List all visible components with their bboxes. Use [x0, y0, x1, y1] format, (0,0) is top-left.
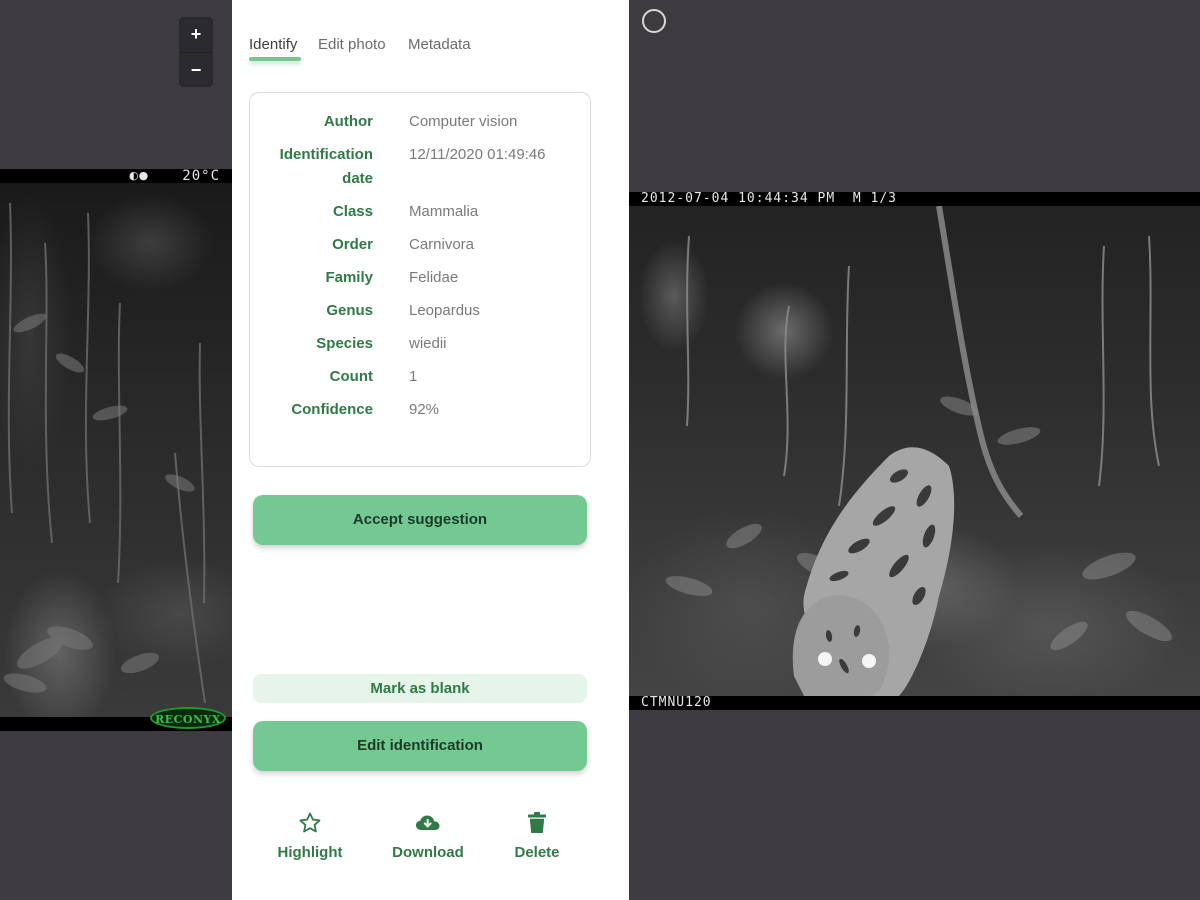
zoom-control: + − — [179, 17, 213, 87]
download-action[interactable]: Download — [388, 810, 468, 861]
tab-edit-photo[interactable]: Edit photo — [318, 36, 386, 53]
mark-as-blank-button[interactable]: Mark as blank — [253, 674, 587, 703]
vegetation-illustration — [3, 202, 206, 704]
left-camera-photo[interactable]: ◐● 20°C RECONYX — [0, 169, 232, 731]
order-value: Carnivora — [409, 236, 475, 253]
confidence-value: 92% — [409, 401, 440, 418]
star-icon — [299, 812, 321, 833]
class-label: Class — [332, 203, 373, 220]
identification-date-label-line2: date — [342, 170, 373, 187]
camera-brand-logo: RECONYX — [150, 707, 226, 729]
tab-identify[interactable]: Identify — [249, 36, 297, 53]
temperature-readout: 20°C — [182, 169, 220, 184]
moon-phase-icon: ◐● — [129, 169, 149, 182]
highlight-label: Highlight — [277, 844, 343, 861]
count-value: 1 — [409, 368, 418, 385]
confidence-label: Confidence — [291, 401, 373, 418]
identification-date-label-line1: Identification — [279, 146, 373, 163]
genus-label: Genus — [326, 302, 373, 319]
photo-timestamp: 2012-07-04 10:44:34 PM M 1/3 — [641, 192, 897, 206]
identification-date-label: Identification date — [263, 143, 373, 191]
tab-metadata[interactable]: Metadata — [408, 36, 471, 53]
ocelot-scene-illustration — [665, 206, 1172, 696]
highlight-action[interactable]: Highlight — [270, 810, 350, 861]
order-label: Order — [332, 236, 373, 253]
identification-date-value: 12/11/2020 01:49:46 — [409, 146, 546, 163]
species-value: wiedii — [409, 335, 447, 352]
trash-icon — [528, 812, 546, 833]
cloud-download-icon — [416, 815, 440, 830]
count-label: Count — [329, 368, 373, 385]
delete-label: Delete — [514, 844, 560, 861]
family-value: Felidae — [409, 269, 459, 286]
genus-value: Leopardus — [409, 302, 480, 319]
accept-suggestion-button[interactable]: Accept suggestion — [253, 495, 587, 545]
author-value: Computer vision — [409, 113, 518, 130]
select-photo-checkbox[interactable] — [642, 9, 666, 33]
zoom-out-button[interactable]: − — [179, 52, 213, 88]
identification-details-card: Author Computer vision Identification da… — [249, 92, 591, 467]
download-label: Download — [392, 844, 464, 861]
family-label: Family — [325, 269, 373, 286]
edit-identification-button[interactable]: Edit identification — [253, 721, 587, 771]
author-label: Author — [323, 113, 373, 130]
zoom-in-button[interactable]: + — [179, 17, 213, 52]
species-label: Species — [316, 335, 373, 352]
identification-panel: Identify Edit photo Metadata Author Comp… — [232, 0, 629, 900]
photo-bottom-strip — [629, 696, 1200, 710]
delete-action[interactable]: Delete — [504, 810, 570, 861]
active-tab-indicator — [249, 57, 301, 61]
right-camera-photo[interactable]: 2012-07-04 10:44:34 PM M 1/3 CTMNU120 — [629, 192, 1200, 710]
camera-id-label: CTMNU120 — [641, 695, 712, 710]
class-value: Mammalia — [409, 203, 479, 220]
